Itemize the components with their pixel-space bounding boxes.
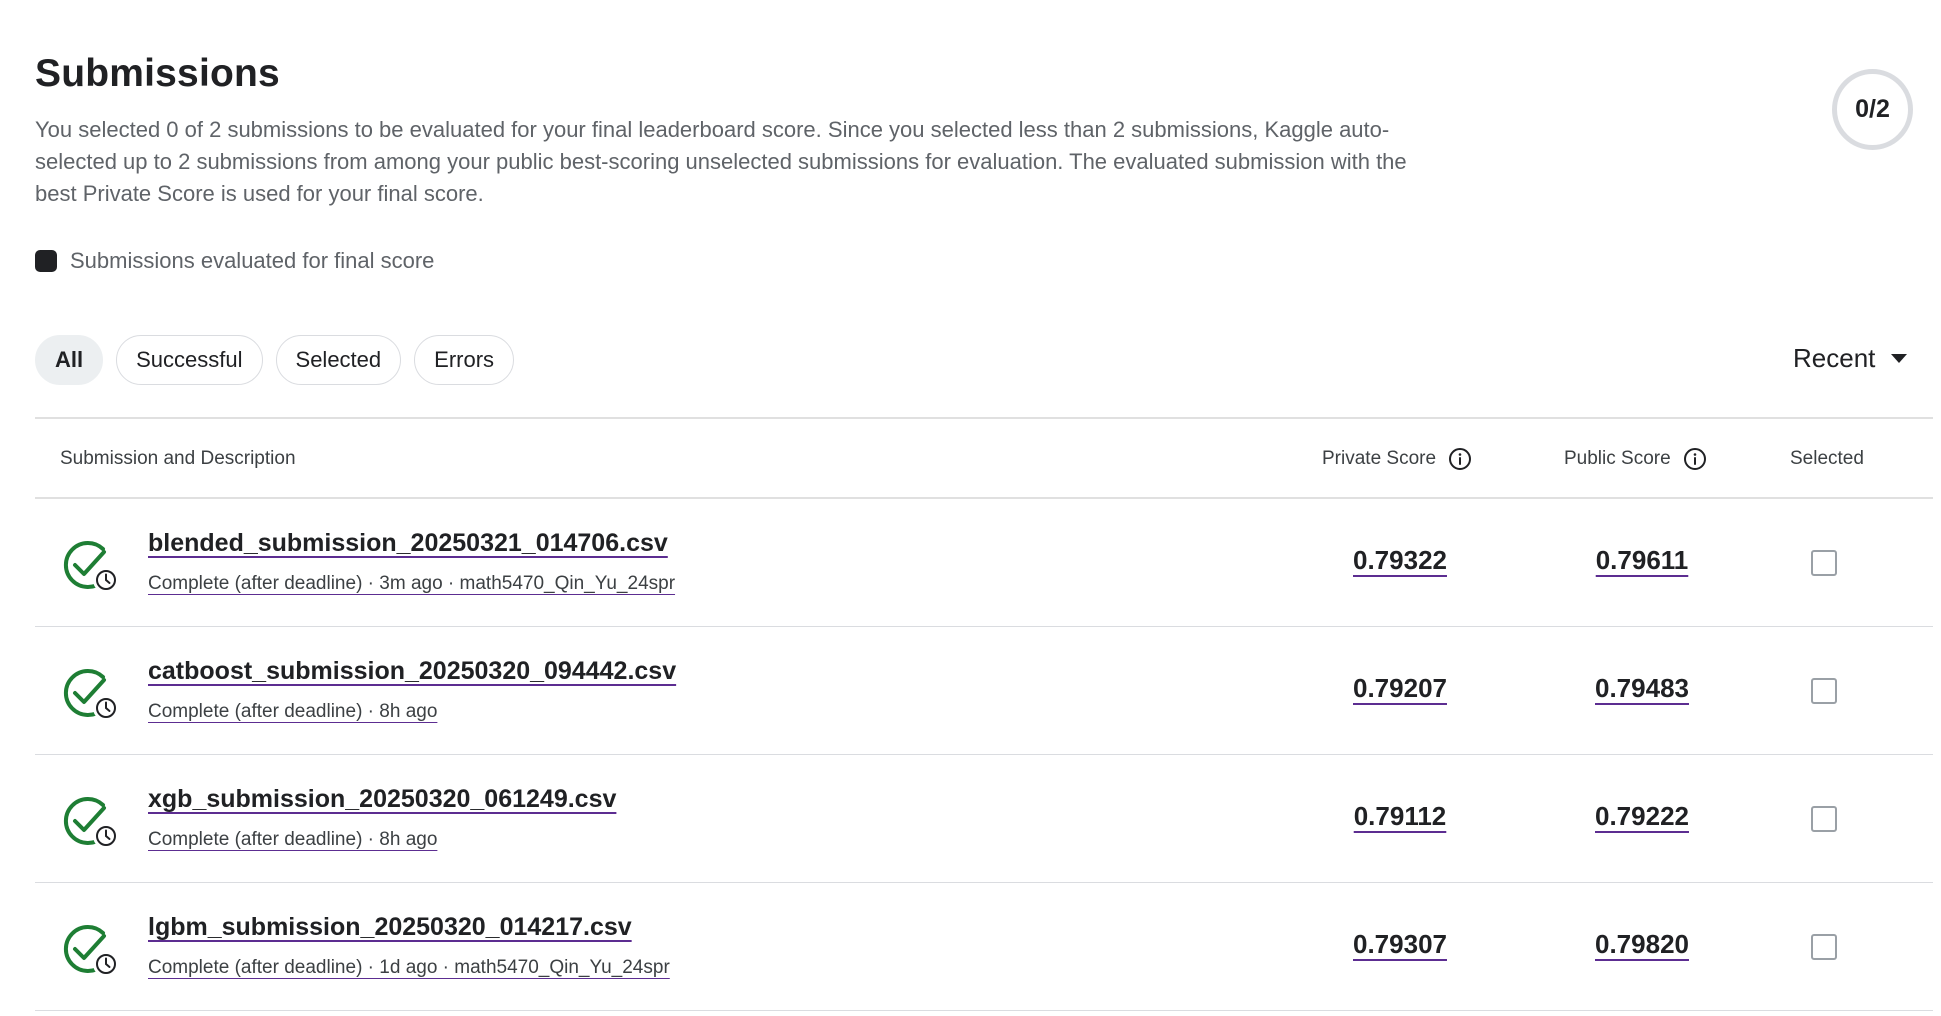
public-score[interactable]: 0.79483 bbox=[1542, 673, 1742, 704]
filter-all-chip[interactable]: All bbox=[35, 335, 104, 385]
private-score[interactable]: 0.79112 bbox=[1300, 801, 1500, 832]
legend-label: Submissions evaluated for final score bbox=[70, 248, 435, 273]
filter-errors-chip[interactable]: Errors bbox=[414, 335, 515, 385]
legend: Submissions evaluated for final score bbox=[35, 248, 434, 274]
table-row: catboost_submission_20250320_094442.csv … bbox=[35, 627, 1933, 755]
header-selected: Selected bbox=[1790, 448, 1864, 469]
page-title: Submissions bbox=[35, 52, 280, 95]
select-checkbox[interactable] bbox=[1811, 806, 1837, 832]
private-score[interactable]: 0.79307 bbox=[1300, 929, 1500, 960]
header-public-score: Public Score bbox=[1564, 419, 1707, 499]
submission-filename[interactable]: lgbm_submission_20250320_014217.csv bbox=[148, 913, 632, 942]
page-description: You selected 0 of 2 submissions to be ev… bbox=[35, 117, 1407, 206]
table-header: Submission and Description Private Score… bbox=[35, 417, 1933, 499]
private-score[interactable]: 0.79207 bbox=[1300, 673, 1500, 704]
select-checkbox[interactable] bbox=[1811, 678, 1837, 704]
check-circle-with-clock-icon bbox=[63, 797, 119, 849]
check-circle-with-clock-icon bbox=[63, 541, 119, 593]
public-score[interactable]: 0.79820 bbox=[1542, 929, 1742, 960]
select-checkbox[interactable] bbox=[1811, 550, 1837, 576]
submission-meta[interactable]: Complete (after deadline) · 3m ago · mat… bbox=[148, 573, 675, 595]
selection-counter: 0/2 bbox=[1832, 69, 1913, 150]
info-icon[interactable] bbox=[1683, 447, 1707, 471]
caret-down-icon bbox=[1891, 354, 1908, 363]
filter-selected-chip[interactable]: Selected bbox=[275, 335, 402, 385]
private-score[interactable]: 0.79322 bbox=[1300, 545, 1500, 576]
public-score[interactable]: 0.79611 bbox=[1542, 545, 1742, 576]
header-private-score-label: Private Score bbox=[1322, 448, 1437, 469]
header-public-score-label: Public Score bbox=[1564, 448, 1671, 469]
submission-meta[interactable]: Complete (after deadline) · 1d ago · mat… bbox=[148, 957, 670, 979]
submission-filename[interactable]: xgb_submission_20250320_061249.csv bbox=[148, 785, 616, 814]
submission-meta[interactable]: Complete (after deadline) · 8h ago bbox=[148, 829, 437, 851]
header-private-score: Private Score bbox=[1322, 419, 1472, 499]
legend-swatch bbox=[35, 250, 57, 272]
table-row: lgbm_submission_20250320_014217.csv Comp… bbox=[35, 883, 1933, 1011]
info-icon[interactable] bbox=[1448, 447, 1472, 471]
select-checkbox[interactable] bbox=[1811, 934, 1837, 960]
table-row: xgb_submission_20250320_061249.csv Compl… bbox=[35, 755, 1933, 883]
submission-filename[interactable]: blended_submission_20250321_014706.csv bbox=[148, 529, 668, 558]
filter-successful-chip[interactable]: Successful bbox=[116, 335, 263, 385]
sort-label: Recent bbox=[1793, 343, 1876, 373]
check-circle-with-clock-icon bbox=[63, 669, 119, 721]
header-submission: Submission and Description bbox=[60, 448, 296, 469]
check-circle-with-clock-icon bbox=[63, 925, 119, 977]
submission-meta[interactable]: Complete (after deadline) · 8h ago bbox=[148, 701, 437, 723]
submission-filename[interactable]: catboost_submission_20250320_094442.csv bbox=[148, 657, 676, 686]
public-score[interactable]: 0.79222 bbox=[1542, 801, 1742, 832]
filter-chips: All Successful Selected Errors bbox=[35, 335, 515, 385]
table-row: blended_submission_20250321_014706.csv C… bbox=[35, 499, 1933, 627]
submissions-table: Submission and Description Private Score… bbox=[35, 417, 1933, 1011]
sort-dropdown[interactable]: Recent bbox=[1793, 343, 1908, 374]
